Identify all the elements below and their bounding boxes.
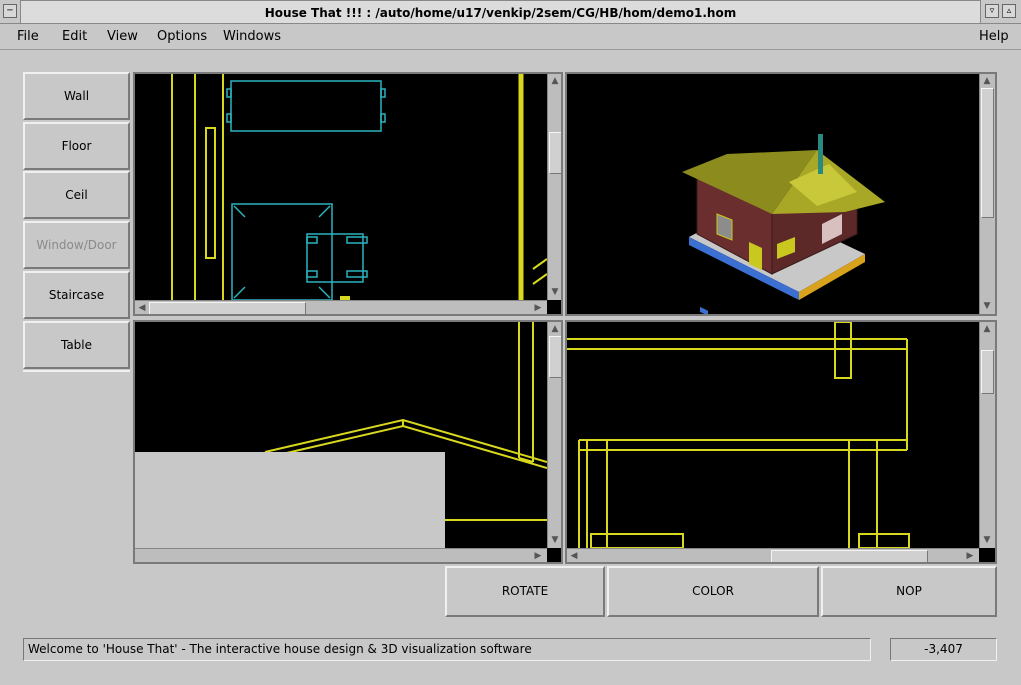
staircase-tool-button[interactable]: Staircase	[23, 271, 130, 319]
plan-view-hscroll[interactable]: ◀ ▶	[135, 300, 547, 314]
scroll-left-arrow-icon[interactable]: ◀	[567, 549, 581, 562]
scroll-up-arrow-icon[interactable]: ▲	[548, 74, 561, 88]
front-view-pane[interactable]: ▲ ▼ ▶	[133, 320, 563, 564]
3d-view-vscroll[interactable]: ▲ ▼	[979, 74, 995, 314]
scroll-right-arrow-icon[interactable]: ▶	[531, 301, 545, 314]
front-view-vscroll-thumb[interactable]	[549, 336, 561, 378]
menu-edit[interactable]: Edit	[62, 29, 87, 44]
plan-view-hscroll-thumb[interactable]	[149, 302, 306, 314]
scroll-left-arrow-icon[interactable]: ◀	[135, 301, 149, 314]
plan-view-drawing	[171, 74, 547, 300]
menu-help[interactable]: Help	[979, 29, 1009, 44]
3d-view-vscroll-thumb[interactable]	[981, 88, 994, 218]
minimize-icon[interactable]: ▿	[985, 4, 999, 18]
menu-windows[interactable]: Windows	[223, 29, 281, 44]
scroll-up-arrow-icon[interactable]: ▲	[548, 322, 561, 336]
tool-list-divider	[23, 370, 130, 374]
plan-view-pane[interactable]: ▲ ▼ ◀ ▶	[133, 72, 563, 316]
side-view-vscroll-thumb[interactable]	[981, 350, 994, 394]
window-title: House That !!! : /auto/home/u17/venkip/2…	[20, 0, 981, 24]
color-button[interactable]: COLOR	[607, 566, 819, 617]
plan-view-vscroll[interactable]: ▲ ▼	[547, 74, 561, 300]
title-bar: ─ House That !!! : /auto/home/u17/venkip…	[0, 0, 1021, 24]
status-message: Welcome to 'House That' - The interactiv…	[23, 638, 871, 661]
window-door-tool-button[interactable]: Window/Door	[23, 221, 130, 269]
menu-options[interactable]: Options	[157, 29, 207, 44]
side-view-hscroll[interactable]: ◀ ▶	[567, 548, 979, 562]
scroll-down-arrow-icon[interactable]: ▼	[548, 285, 561, 299]
side-view-pane[interactable]: ▲ ▼ ◀ ▶	[565, 320, 997, 564]
nop-button[interactable]: NOP	[821, 566, 997, 617]
scroll-up-arrow-icon[interactable]: ▲	[980, 74, 994, 88]
scroll-down-arrow-icon[interactable]: ▼	[980, 533, 994, 547]
side-view-vscroll[interactable]: ▲ ▼	[979, 322, 995, 548]
side-view-drawing	[567, 322, 910, 548]
scroll-right-arrow-icon[interactable]: ▶	[531, 549, 545, 562]
maximize-icon[interactable]: ▵	[1002, 4, 1016, 18]
wall-tool-button[interactable]: Wall	[23, 72, 130, 120]
window-menu-icon[interactable]: ─	[3, 4, 17, 18]
menu-bar: File Edit View Options Windows Help	[0, 24, 1021, 50]
coordinate-readout: -3,407	[890, 638, 997, 661]
rotate-button[interactable]: ROTATE	[445, 566, 605, 617]
scroll-right-arrow-icon[interactable]: ▶	[963, 549, 977, 562]
front-view-hscroll[interactable]: ▶	[135, 548, 547, 562]
scroll-down-arrow-icon[interactable]: ▼	[548, 533, 561, 547]
scroll-up-arrow-icon[interactable]: ▲	[980, 322, 994, 336]
front-view-vscroll[interactable]: ▲ ▼	[547, 322, 561, 548]
side-view-hscroll-thumb[interactable]	[771, 550, 928, 562]
menu-view[interactable]: View	[107, 29, 138, 44]
plan-view-vscroll-thumb[interactable]	[549, 132, 561, 174]
scroll-down-arrow-icon[interactable]: ▼	[980, 299, 994, 313]
floor-tool-button[interactable]: Floor	[23, 122, 130, 170]
menu-file[interactable]: File	[17, 29, 39, 44]
table-tool-button[interactable]: Table	[23, 321, 130, 369]
3d-house-model	[682, 134, 885, 314]
3d-view-pane[interactable]: ▲ ▼	[565, 72, 997, 316]
front-view-drawing	[135, 322, 547, 548]
ceil-tool-button[interactable]: Ceil	[23, 171, 130, 219]
